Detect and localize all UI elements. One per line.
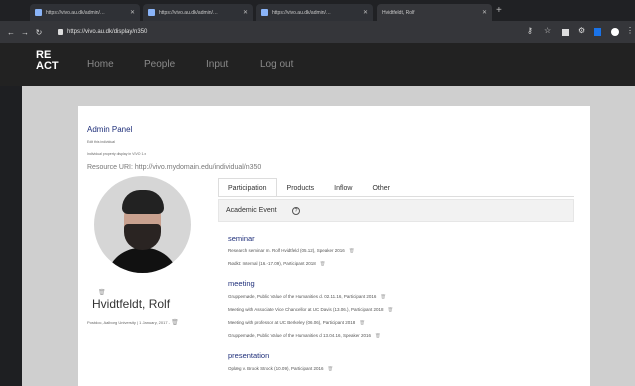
address-bar: ← → ↻ https://vivo.au.dk/display/n350 — [0, 21, 635, 43]
list-item-text: Gruppemøde, Public Value of the Humaniti… — [228, 294, 377, 299]
browser-tab-title: https://vivo.au.dk/admin/… — [46, 9, 105, 16]
section-header: Academic Event ? — [218, 199, 574, 222]
photo-body — [106, 248, 179, 273]
back-icon[interactable]: ← — [4, 28, 18, 37]
window-edge — [0, 86, 22, 386]
trash-icon[interactable]: 🗑 — [98, 289, 106, 296]
browser-tab-title: https://vivo.au.dk/admin/… — [272, 9, 331, 16]
photo-beard — [124, 224, 161, 250]
trash-icon[interactable]: 🗑 — [380, 294, 386, 299]
list-item-text: Meeting with Associate Vice Chancellor a… — [228, 307, 384, 312]
favicon-icon — [261, 9, 268, 16]
browser-tab[interactable]: https://vivo.au.dk/admin/… ✕ — [143, 4, 253, 21]
extension-icon[interactable] — [562, 29, 569, 36]
tab-divider — [218, 196, 574, 197]
list-item[interactable]: Research seminar m. Rolf Hvidtfeld (05.1… — [228, 248, 355, 254]
close-icon[interactable]: ✕ — [482, 9, 487, 16]
url-text: https://vivo.au.dk/display/n350 — [67, 29, 148, 35]
reload-icon[interactable]: ↻ — [32, 28, 46, 37]
list-item-text: Gruppemøde, Public Value of the Humaniti… — [228, 333, 372, 338]
star-icon[interactable]: ☆ — [544, 26, 551, 35]
photo-hair — [122, 190, 164, 214]
tab-participation[interactable]: Participation — [218, 178, 277, 197]
gear-icon[interactable]: ⚙ — [578, 26, 585, 35]
profile-icon[interactable] — [611, 28, 619, 36]
list-item[interactable]: Rødkt: Internal (16.-17.09), Participant… — [228, 261, 326, 267]
edit-individual-link[interactable]: Edit this individual — [87, 140, 115, 144]
key-icon[interactable]: ⚷ — [527, 26, 533, 35]
list-item-text: Oplæg v. Brook Strock (10.09), Participa… — [228, 366, 324, 371]
subsection-title: presentation — [228, 351, 270, 360]
trash-icon[interactable]: 🗑 — [320, 261, 326, 266]
affiliation-text: Postdoc, Aalborg University | 1 January,… — [87, 320, 171, 325]
logo-line: ACT — [36, 60, 59, 72]
nav-home[interactable]: Home — [87, 43, 114, 86]
browser-tab-title: https://vivo.au.dk/admin/… — [159, 9, 218, 16]
close-icon[interactable]: ✕ — [363, 9, 368, 16]
tab-products[interactable]: Products — [277, 178, 325, 197]
forward-icon[interactable]: → — [18, 28, 32, 37]
nav-logout[interactable]: Log out — [260, 43, 293, 86]
list-item-text: Meeting with professor at UC Berkeley (0… — [228, 320, 356, 325]
section-header-label: Academic Event — [226, 207, 277, 214]
list-item[interactable]: Meeting with professor at UC Berkeley (0… — [228, 320, 365, 326]
nav-people[interactable]: People — [144, 43, 175, 86]
trash-icon[interactable]: 🗑 — [327, 366, 333, 371]
list-item-text: Research seminar m. Rolf Hvidtfeld (05.1… — [228, 248, 345, 253]
app-header: RE ACT Home People Input Log out — [0, 43, 635, 86]
trash-icon[interactable]: 🗑 — [171, 320, 179, 326]
lock-icon — [58, 29, 63, 35]
extension-icon[interactable] — [594, 28, 601, 36]
person-name: Hvidtfeldt, Rolf — [92, 297, 171, 311]
new-tab-icon[interactable]: + — [496, 6, 502, 16]
tab-inflow[interactable]: Inflow — [324, 178, 362, 197]
subsection-title: seminar — [228, 234, 255, 243]
favicon-icon — [148, 9, 155, 16]
admin-panel-link[interactable]: Admin Panel — [87, 125, 132, 134]
browser-tab-active[interactable]: Hvidtfeldt, Rolf ✕ — [377, 4, 492, 21]
list-item[interactable]: Meeting with Associate Vice Chancellor a… — [228, 307, 393, 313]
resource-uri: Resource URI: http://vivo.mydomain.edu/i… — [87, 164, 262, 171]
browser-tab-title: Hvidtfeldt, Rolf — [382, 9, 415, 16]
close-icon[interactable]: ✕ — [130, 9, 135, 16]
trash-icon[interactable]: 🗑 — [388, 307, 394, 312]
close-icon[interactable]: ✕ — [243, 9, 248, 16]
browser-tab[interactable]: https://vivo.au.dk/admin/… ✕ — [30, 4, 140, 21]
profile-photo — [94, 176, 191, 273]
list-item[interactable]: Oplæg v. Brook Strock (10.09), Participa… — [228, 366, 333, 372]
trash-icon[interactable]: 🗑 — [359, 320, 365, 325]
list-item[interactable]: Gruppemøde, Public Value of the Humaniti… — [228, 294, 386, 300]
list-item-text: Rødkt: Internal (16.-17.09), Participant… — [228, 261, 316, 266]
menu-icon[interactable]: ⋮ — [626, 26, 634, 35]
trash-icon[interactable]: 🗑 — [349, 248, 355, 253]
help-icon[interactable]: ? — [292, 207, 300, 215]
trash-icon[interactable]: 🗑 — [375, 333, 381, 338]
url-input[interactable]: https://vivo.au.dk/display/n350 — [54, 25, 484, 39]
subsection-title: meeting — [228, 279, 255, 288]
tab-other[interactable]: Other — [362, 178, 400, 197]
profile-tabs: Participation Products Inflow Other — [218, 178, 400, 197]
position-affiliation: Postdoc, Aalborg University | 1 January,… — [87, 318, 197, 328]
nav-input[interactable]: Input — [206, 43, 228, 86]
logo[interactable]: RE ACT — [36, 50, 59, 72]
browser-tab-bar: https://vivo.au.dk/admin/… ✕ https://viv… — [0, 0, 635, 21]
browser-tab[interactable]: https://vivo.au.dk/admin/… ✕ — [256, 4, 373, 21]
list-item[interactable]: Gruppemøde, Public Value of the Humaniti… — [228, 333, 381, 339]
display-note: Individual property display in VIVO 1.x — [87, 152, 147, 156]
favicon-icon — [35, 9, 42, 16]
